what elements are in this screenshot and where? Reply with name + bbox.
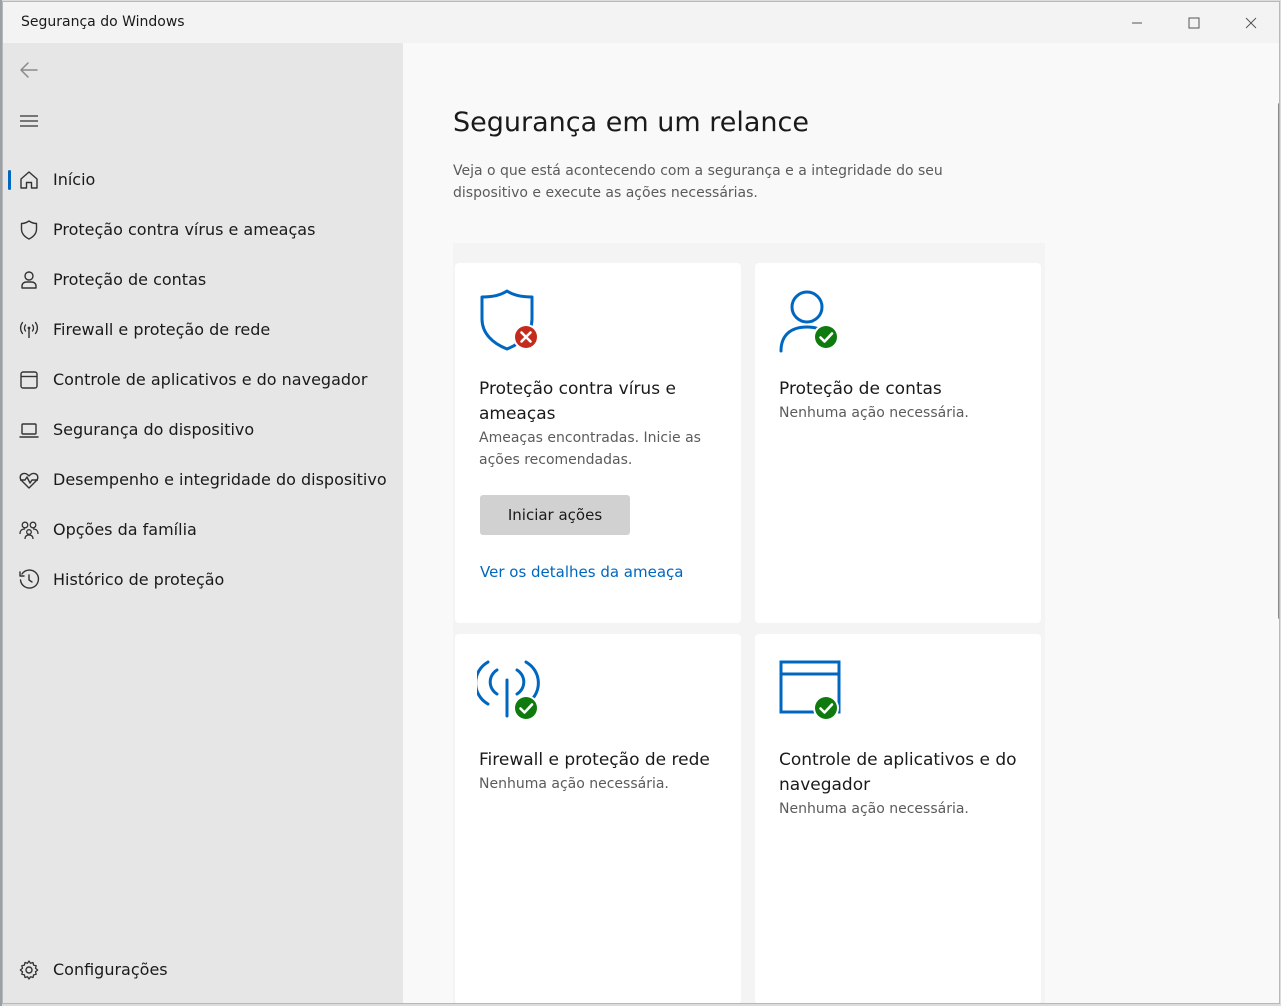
nav-item-label: Configurações <box>53 960 168 979</box>
navigation-pane: Início Proteção contra vírus e ameaças P… <box>3 43 403 1003</box>
antenna-icon <box>17 318 41 342</box>
card-app-browser-control[interactable]: Controle de aplicativos e do navegador N… <box>755 634 1041 1003</box>
title-bar: Segurança do Windows <box>3 2 1279 43</box>
browser-window-ok-icon <box>777 658 843 724</box>
card-firewall[interactable]: Firewall e proteção de rede Nenhuma ação… <box>455 634 741 1003</box>
nav-item-label: Proteção contra vírus e ameaças <box>53 220 316 239</box>
history-icon <box>17 568 41 592</box>
person-ok-icon <box>777 287 843 353</box>
card-status: Ameaças encontradas. Inicie as ações rec… <box>479 430 701 468</box>
nav-item-family-options[interactable]: Opções da família <box>3 508 403 552</box>
back-button[interactable] <box>17 58 41 82</box>
card-account-protection[interactable]: Proteção de contas Nenhuma ação necessár… <box>755 263 1041 623</box>
nav-item-device-security[interactable]: Segurança do dispositivo <box>3 408 403 452</box>
shield-error-icon <box>477 287 543 353</box>
nav-item-inicio[interactable]: Início <box>3 158 403 202</box>
nav-item-label: Firewall e proteção de rede <box>53 320 271 339</box>
card-title: Proteção de contas <box>779 379 942 399</box>
page-description: Veja o que está acontecendo com a segura… <box>453 163 943 201</box>
close-button[interactable] <box>1223 2 1279 43</box>
main-content: Segurança em um relance Veja o que está … <box>403 43 1279 1003</box>
nav-item-label: Histórico de proteção <box>53 570 225 589</box>
person-icon <box>17 268 41 292</box>
card-title: Proteção contra vírus e ameaças <box>479 379 676 424</box>
nav-item-protection-history[interactable]: Histórico de proteção <box>3 558 403 602</box>
browser-window-icon <box>17 368 41 392</box>
card-status: Nenhuma ação necessária. <box>479 776 669 792</box>
nav-item-label: Segurança do dispositivo <box>53 420 255 439</box>
close-icon <box>1245 17 1257 28</box>
nav-item-device-performance[interactable]: Desempenho e integridade do dispositivo <box>3 458 403 502</box>
nav-item-app-browser-control[interactable]: Controle de aplicativos e do navegador <box>3 358 403 402</box>
heart-pulse-icon <box>17 468 41 492</box>
cards-area: Proteção contra vírus e ameaças Ameaças … <box>453 243 1045 1003</box>
threat-details-link[interactable]: Ver os detalhes da ameaça <box>480 563 683 581</box>
nav-item-label: Opções da família <box>53 520 197 539</box>
hamburger-icon <box>20 115 38 127</box>
antenna-ok-icon <box>474 658 543 724</box>
card-status: Nenhuma ação necessária. <box>779 405 969 421</box>
maximize-icon <box>1188 17 1200 28</box>
card-status: Nenhuma ação necessária. <box>779 801 969 817</box>
scrollbar[interactable] <box>1278 103 1279 619</box>
nav-item-label: Controle de aplicativos e do navegador <box>53 370 368 389</box>
nav-item-account-protection[interactable]: Proteção de contas <box>3 258 403 302</box>
app-window: Segurança do Windows Início Proteção con… <box>2 1 1280 1004</box>
shield-icon <box>17 218 41 242</box>
window-title: Segurança do Windows <box>21 14 185 30</box>
gear-icon <box>17 958 41 982</box>
maximize-button[interactable] <box>1166 2 1222 43</box>
nav-item-firewall[interactable]: Firewall e proteção de rede <box>3 308 403 352</box>
card-virus-protection[interactable]: Proteção contra vírus e ameaças Ameaças … <box>455 263 741 623</box>
family-icon <box>17 518 41 542</box>
nav-item-label: Desempenho e integridade do dispositivo <box>53 470 387 489</box>
menu-button[interactable] <box>17 109 41 133</box>
page-title: Segurança em um relance <box>453 107 809 138</box>
card-title: Controle de aplicativos e do navegador <box>779 750 1017 795</box>
minimize-button[interactable] <box>1109 2 1165 43</box>
card-title: Firewall e proteção de rede <box>479 750 710 770</box>
nav-item-settings[interactable]: Configurações <box>3 948 403 992</box>
back-arrow-icon <box>20 62 38 78</box>
minimize-icon <box>1132 22 1142 23</box>
nav-item-label: Proteção de contas <box>53 270 207 289</box>
laptop-icon <box>17 418 41 442</box>
start-actions-button[interactable]: Iniciar ações <box>480 495 630 535</box>
nav-item-virus-protection[interactable]: Proteção contra vírus e ameaças <box>3 208 403 252</box>
home-icon <box>17 168 41 192</box>
nav-item-label: Início <box>53 170 96 189</box>
selection-indicator <box>8 170 11 190</box>
